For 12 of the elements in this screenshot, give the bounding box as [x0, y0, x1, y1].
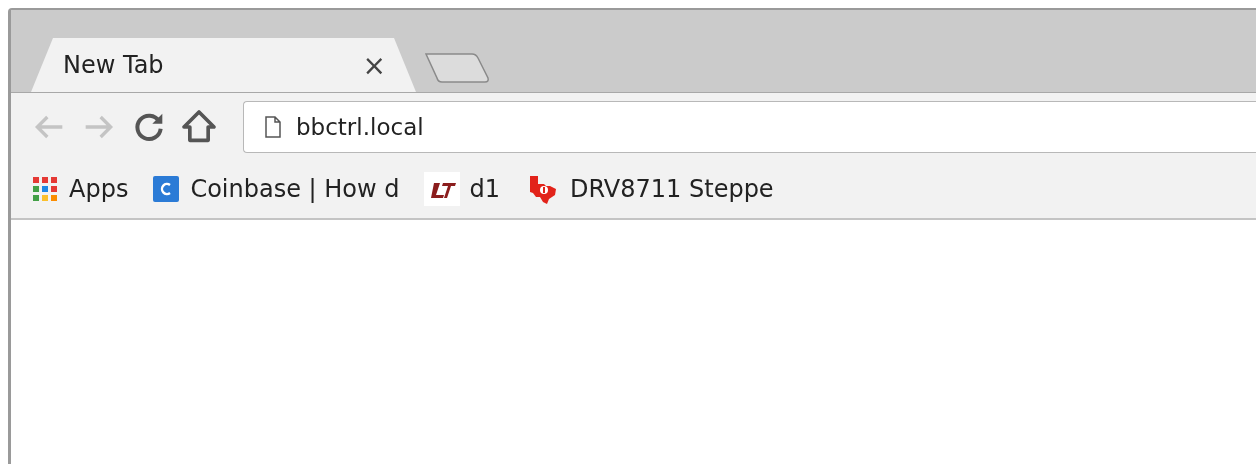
address-bar[interactable]: bbctrl.local	[243, 100, 1256, 153]
bookmark-item[interactable]: d1	[423, 172, 500, 206]
page-icon	[264, 115, 282, 138]
lt-favicon-icon	[423, 172, 460, 206]
bookmark-item[interactable]: DRV8711 Steppe	[524, 172, 774, 206]
bookmark-item[interactable]: Coinbase | How d	[152, 175, 400, 203]
apps-grid-icon	[31, 175, 59, 203]
tab-title: New Tab	[63, 51, 164, 79]
close-icon[interactable]: ×	[362, 48, 386, 82]
browser-tab[interactable]: New Tab ×	[31, 38, 416, 92]
coin-favicon-icon	[152, 175, 181, 203]
bookmark-item[interactable]: Apps	[31, 175, 129, 203]
